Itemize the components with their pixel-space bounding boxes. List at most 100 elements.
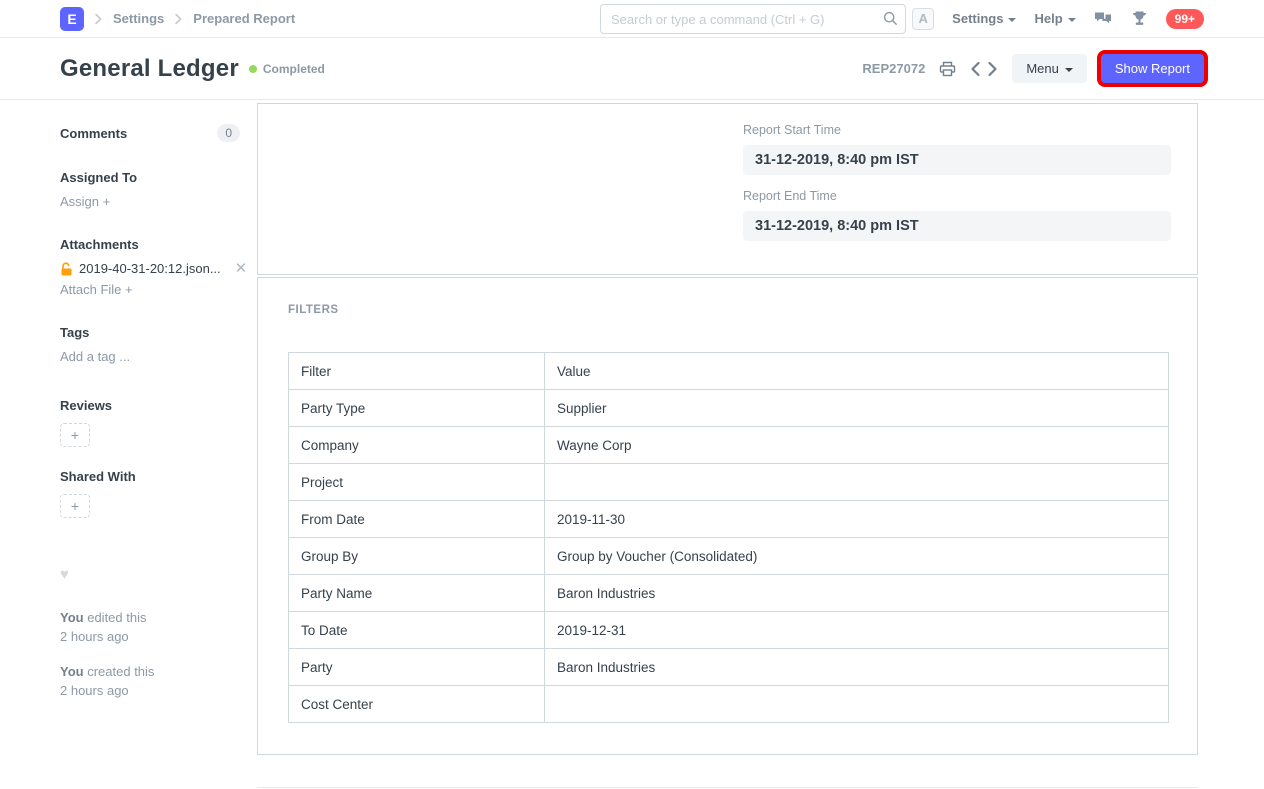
page: E Settings Prepared Report A Settings <box>0 0 1264 789</box>
report-start-time-value: 31-12-2019, 8:40 pm IST <box>743 145 1171 175</box>
filter-row: Party NameBaron Industries <box>289 575 1169 612</box>
navbar: E Settings Prepared Report A Settings <box>0 0 1264 38</box>
filter-column-header: Filter <box>289 353 545 390</box>
breadcrumb: E Settings Prepared Report <box>60 7 295 31</box>
filter-name-cell: From Date <box>289 501 545 538</box>
print-icon[interactable] <box>939 61 956 77</box>
chevron-right-icon <box>94 13 103 25</box>
tags-label: Tags <box>60 325 240 340</box>
notifications-badge[interactable]: 99+ <box>1166 9 1204 29</box>
page-title: General Ledger <box>60 55 239 83</box>
breadcrumb-settings[interactable]: Settings <box>113 11 164 26</box>
show-report-button[interactable]: Show Report <box>1101 54 1204 83</box>
activity-when: 2 hours ago <box>60 628 240 647</box>
status-badge: Completed <box>249 62 325 76</box>
activity-who: You <box>60 664 84 679</box>
global-search <box>600 4 906 34</box>
breadcrumb-prepared-report[interactable]: Prepared Report <box>193 11 295 26</box>
reviews-label: Reviews <box>60 398 240 413</box>
filters-table-body: Party TypeSupplierCompanyWayne CorpProje… <box>289 390 1169 723</box>
filter-value-cell: Baron Industries <box>545 649 1169 686</box>
settings-dropdown[interactable]: Settings <box>952 11 1016 26</box>
activity-edited: You edited this 2 hours ago <box>60 609 240 647</box>
report-end-time-value: 31-12-2019, 8:40 pm IST <box>743 211 1171 241</box>
filter-value-cell: 2019-12-31 <box>545 612 1169 649</box>
filter-name-cell: Project <box>289 464 545 501</box>
value-column-header: Value <box>545 353 1169 390</box>
remove-attachment-icon[interactable]: ✕ <box>235 261 248 276</box>
navbar-right: A Settings Help <box>912 8 1204 30</box>
filter-row: Project <box>289 464 1169 501</box>
attach-file-button[interactable]: Attach File + <box>60 282 240 297</box>
avatar[interactable]: A <box>912 8 934 30</box>
filter-name-cell: Party <box>289 649 545 686</box>
like-heart-icon[interactable]: ♥ <box>60 566 240 583</box>
assigned-to-label: Assigned To <box>60 170 240 185</box>
chevron-down-icon <box>1068 18 1076 22</box>
sidebar: Comments 0 Assigned To Assign + Attachme… <box>60 100 240 700</box>
filter-row: PartyBaron Industries <box>289 649 1169 686</box>
page-head: General Ledger Completed REP27072 <box>0 38 1264 100</box>
filter-row: From Date2019-11-30 <box>289 501 1169 538</box>
status-label: Completed <box>263 62 325 76</box>
chevron-right-icon <box>174 13 183 25</box>
report-start-time-label: Report Start Time <box>743 123 1171 137</box>
filters-card: FILTERS Filter Value Party TypeSupplierC… <box>257 277 1198 755</box>
filter-name-cell: Party Type <box>289 390 545 427</box>
prev-record-icon[interactable] <box>970 61 981 77</box>
add-share-button[interactable]: + <box>60 494 90 518</box>
filter-value-cell: 2019-11-30 <box>545 501 1169 538</box>
menu-button[interactable]: Menu <box>1012 54 1087 83</box>
filter-row: Group ByGroup by Voucher (Consolidated) <box>289 538 1169 575</box>
trophy-icon[interactable] <box>1131 10 1148 27</box>
filter-row: Cost Center <box>289 686 1169 723</box>
filters-table-header-row: Filter Value <box>289 353 1169 390</box>
menu-button-label: Menu <box>1026 61 1059 76</box>
status-dot-icon <box>249 65 257 73</box>
filter-value-cell <box>545 464 1169 501</box>
filter-name-cell: To Date <box>289 612 545 649</box>
settings-dropdown-label: Settings <box>952 11 1003 26</box>
activity-action: created this <box>87 664 154 679</box>
chat-icon[interactable] <box>1094 10 1113 27</box>
chevron-down-icon <box>1065 68 1073 72</box>
add-review-button[interactable]: + <box>60 423 90 447</box>
filter-row: CompanyWayne Corp <box>289 427 1169 464</box>
chevron-down-icon <box>1008 18 1016 22</box>
filter-name-cell: Group By <box>289 538 545 575</box>
help-dropdown-label: Help <box>1034 11 1062 26</box>
filter-name-cell: Cost Center <box>289 686 545 723</box>
app-logo[interactable]: E <box>60 7 84 31</box>
filter-value-cell <box>545 686 1169 723</box>
activity-created: You created this 2 hours ago <box>60 663 240 701</box>
attachments-label: Attachments <box>60 237 240 252</box>
assign-button[interactable]: Assign + <box>60 194 240 209</box>
filter-row: To Date2019-12-31 <box>289 612 1169 649</box>
filter-value-cell: Group by Voucher (Consolidated) <box>545 538 1169 575</box>
section-divider <box>257 787 1198 788</box>
search-input[interactable] <box>600 4 906 34</box>
comments-label: Comments <box>60 126 127 141</box>
activity-when: 2 hours ago <box>60 682 240 701</box>
filters-section-label: FILTERS <box>288 304 1167 316</box>
filter-value-cell: Wayne Corp <box>545 427 1169 464</box>
search-icon <box>883 11 898 26</box>
report-times-card: Report Start Time 31-12-2019, 8:40 pm IS… <box>257 103 1198 275</box>
add-tag-input[interactable]: Add a tag ... <box>60 349 240 364</box>
report-end-time-label: Report End Time <box>743 189 1171 203</box>
comments-count: 0 <box>217 124 240 142</box>
activity-action: edited this <box>87 610 146 625</box>
filter-name-cell: Company <box>289 427 545 464</box>
main-content: Report Start Time 31-12-2019, 8:40 pm IS… <box>257 100 1198 789</box>
attachment-file-link[interactable]: 2019-40-31-20:12.json... <box>79 261 221 276</box>
filter-value-cell: Baron Industries <box>545 575 1169 612</box>
shared-with-label: Shared With <box>60 469 240 484</box>
filter-row: Party TypeSupplier <box>289 390 1169 427</box>
filter-value-cell: Supplier <box>545 390 1169 427</box>
filters-table: Filter Value Party TypeSupplierCompanyWa… <box>288 352 1169 723</box>
document-id: REP27072 <box>862 61 925 76</box>
lock-icon <box>60 262 73 276</box>
next-record-icon[interactable] <box>987 61 998 77</box>
help-dropdown[interactable]: Help <box>1034 11 1075 26</box>
activity-who: You <box>60 610 84 625</box>
